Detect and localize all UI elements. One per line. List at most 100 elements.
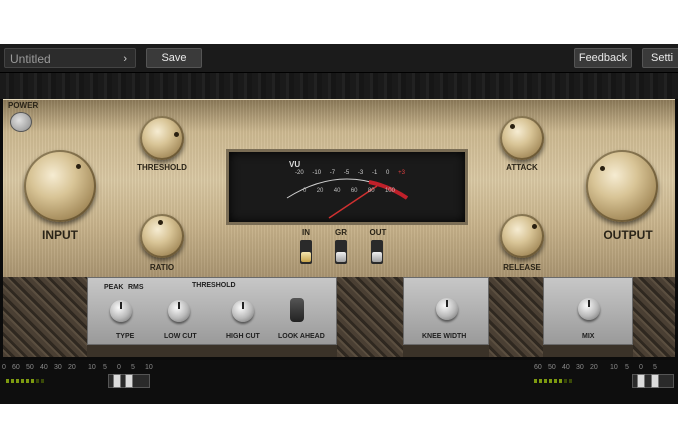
- meter-scale-tick: 10: [145, 364, 153, 371]
- threshold-knob[interactable]: [140, 116, 184, 160]
- vu-scale-upper: -20 -10 -7 -5 -3 -1 0 +3: [295, 170, 405, 176]
- type-knob[interactable]: [110, 300, 132, 322]
- tube-chassis: [3, 277, 87, 357]
- meter-scale-tick: 40: [40, 364, 48, 371]
- input-knob[interactable]: [24, 150, 96, 222]
- power-button[interactable]: [10, 112, 32, 132]
- output-led-meter: [534, 379, 594, 383]
- meter-scale-tick: 5: [103, 364, 107, 371]
- type-label: TYPE: [116, 333, 135, 340]
- release-knob[interactable]: [500, 214, 544, 258]
- circuit-chassis: [633, 277, 675, 357]
- knob-indicator: [532, 224, 537, 229]
- gr-switch[interactable]: [335, 240, 347, 264]
- knob-indicator: [174, 132, 179, 137]
- fader-handle[interactable]: [651, 374, 659, 388]
- vu-scale-tick: 60: [350, 188, 358, 194]
- knob-indicator: [76, 164, 81, 169]
- vu-scale-tick: 100: [384, 188, 395, 194]
- knob-indicator: [158, 220, 163, 225]
- knee-width-label: KNEE WIDTH: [422, 333, 467, 340]
- high-cut-knob[interactable]: [232, 300, 254, 322]
- output-label: OUTPUT: [603, 228, 653, 242]
- circuit-chassis: [489, 277, 543, 357]
- input-label: INPUT: [42, 228, 78, 242]
- meter-scale-tick: 30: [576, 364, 584, 371]
- meter-scale-tick: 40: [562, 364, 570, 371]
- look-ahead-switch[interactable]: [290, 298, 304, 322]
- out-switch-label: OUT: [369, 228, 387, 237]
- low-cut-knob[interactable]: [168, 300, 190, 322]
- threshold-section-label: THRESHOLD: [192, 282, 236, 289]
- vu-scale-tick: -1: [371, 170, 378, 176]
- sidechain-section: PEAK RMS THRESHOLD TYPE LOW CUT HIGH CUT…: [3, 277, 675, 357]
- meter-scale-tick: 20: [590, 364, 598, 371]
- meter-scale-tick: 0: [2, 364, 6, 371]
- save-button[interactable]: Save: [146, 48, 202, 68]
- feedback-button[interactable]: Feedback: [574, 48, 632, 68]
- ratio-knob[interactable]: [140, 214, 184, 258]
- vu-label: VU: [289, 160, 301, 169]
- vu-scale-tick: +3: [398, 170, 405, 176]
- level-meters: 0 60 50 40 30 20 10 5 0 5 10 60 50 40 30…: [0, 360, 678, 404]
- attack-label: ATTACK: [506, 163, 538, 172]
- input-led-meter: [6, 379, 66, 383]
- knob-indicator: [600, 166, 605, 171]
- meter-scale-tick: 5: [653, 364, 657, 371]
- release-label: RELEASE: [503, 263, 541, 272]
- gr-switch-label: GR: [335, 228, 347, 237]
- vu-scale-tick: 20: [316, 188, 324, 194]
- output-trim-fader[interactable]: [632, 374, 674, 388]
- fader-handle[interactable]: [125, 374, 133, 388]
- meter-scale-tick: 10: [610, 364, 618, 371]
- sidechain-plate: PEAK RMS THRESHOLD TYPE LOW CUT HIGH CUT…: [87, 277, 337, 345]
- meter-scale-tick: 50: [548, 364, 556, 371]
- in-switch[interactable]: [300, 240, 312, 264]
- vu-meter-face: [286, 178, 409, 219]
- attack-knob[interactable]: [500, 116, 544, 160]
- high-cut-label: HIGH CUT: [226, 333, 260, 340]
- fader-handle[interactable]: [113, 374, 121, 388]
- look-ahead-label: LOOK AHEAD: [278, 333, 325, 340]
- threshold-label: THRESHOLD: [137, 163, 187, 172]
- output-knob[interactable]: [586, 150, 658, 222]
- ratio-label: RATIO: [149, 263, 175, 272]
- vu-scale-tick: -7: [329, 170, 336, 176]
- meter-scale-tick: 0: [639, 364, 643, 371]
- vu-scale-tick: -3: [357, 170, 364, 176]
- vu-scale-tick: 0: [303, 188, 307, 194]
- fader-handle[interactable]: [637, 374, 645, 388]
- vu-scale-tick: 80: [367, 188, 375, 194]
- meter-scale-tick: 5: [625, 364, 629, 371]
- preset-selector[interactable]: Untitled ›: [4, 48, 136, 68]
- meter-scale-tick: 0: [117, 364, 121, 371]
- settings-button[interactable]: Setti: [642, 48, 678, 68]
- input-trim-fader[interactable]: [108, 374, 150, 388]
- vu-scale-tick: 40: [333, 188, 341, 194]
- out-switch[interactable]: [371, 240, 383, 264]
- vu-scale-tick: -20: [295, 170, 304, 176]
- knob-indicator: [510, 124, 515, 129]
- vu-scale-lower: 0 20 40 60 80 100: [303, 188, 395, 194]
- mix-label: MIX: [582, 333, 595, 340]
- plugin-window: Untitled › Save Feedback Setti POWER INP…: [0, 44, 678, 404]
- mix-knob[interactable]: [578, 298, 600, 320]
- meter-scale-tick: 60: [12, 364, 20, 371]
- vu-scale-tick: 0: [386, 170, 390, 176]
- meter-scale-tick: 50: [26, 364, 34, 371]
- meter-scale-tick: 60: [534, 364, 542, 371]
- in-switch-label: IN: [302, 228, 310, 237]
- vu-scale-tick: -5: [343, 170, 350, 176]
- rms-label: RMS: [128, 284, 144, 291]
- meter-scale-tick: 20: [68, 364, 76, 371]
- meter-scale-tick: 5: [131, 364, 135, 371]
- preset-name: Untitled: [10, 52, 51, 66]
- power-label: POWER: [8, 101, 39, 110]
- knee-width-knob[interactable]: [436, 298, 458, 320]
- meter-scale-tick: 10: [88, 364, 96, 371]
- meter-scale-tick: 30: [54, 364, 62, 371]
- low-cut-label: LOW CUT: [164, 333, 197, 340]
- knee-width-plate: KNEE WIDTH: [403, 277, 489, 345]
- chevron-right-icon: ›: [123, 53, 127, 65]
- mix-plate: MIX: [543, 277, 633, 345]
